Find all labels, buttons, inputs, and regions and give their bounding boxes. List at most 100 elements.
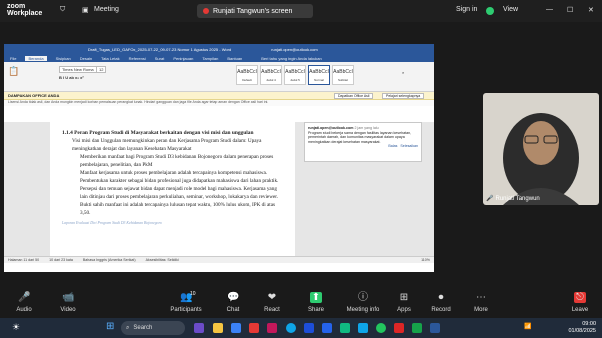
font-format-icons[interactable]: B I U ab x₂ x² — [59, 75, 84, 80]
comment-text: Program studi bekerja sama dengan fasili… — [308, 130, 412, 144]
wifi-icon[interactable]: 📶 — [524, 323, 531, 330]
style-normal[interactable]: AaBbCcI Normal — [308, 65, 330, 85]
chat-icon: 💬 — [227, 292, 240, 303]
audio-button[interactable]: 🎤 Audio — [4, 292, 44, 313]
status-accessibility[interactable]: Aksesibilitas: Selidiki — [146, 258, 179, 262]
weather-icon[interactable]: ☀ — [12, 322, 20, 333]
participant-video[interactable]: 🎤 Runjati Tangwun — [483, 93, 599, 205]
taskbar-app-icon[interactable] — [267, 323, 277, 333]
maximize-icon[interactable]: ☐ — [567, 6, 573, 14]
camera-icon: 📹 — [62, 292, 75, 303]
page-footer: Laporan Evaluasi Diri Program Studi D3 K… — [62, 221, 162, 225]
word-account[interactable]: runjati.open@outlook.com — [271, 47, 318, 52]
taskbar-search[interactable]: ⌕ Search — [121, 321, 185, 335]
resolve-button[interactable]: Selesaikan — [400, 144, 418, 148]
word-ribbon-tabs: File Beranda Sisipkan Desain Tata Letak … — [4, 54, 434, 62]
paste-icon[interactable]: 📋 — [8, 66, 19, 77]
screen-share-indicator[interactable]: Runjati Tangwun's screen — [197, 4, 313, 18]
style-judul-5[interactable]: AaBbCcI Judul 5 — [284, 65, 306, 85]
editing-icon[interactable]: ⌕ — [402, 70, 404, 75]
record-icon: ⏺ — [438, 292, 444, 303]
word-icon[interactable] — [430, 323, 440, 333]
info-icon: ⓘ — [358, 292, 368, 303]
video-button[interactable]: 📹 Video — [48, 292, 88, 313]
section-heading: 1.1.4 Peran Program Studi di Masyarakat … — [62, 130, 254, 136]
taskbar-clock[interactable]: 09:00 01/08/2025 — [568, 321, 596, 335]
start-icon[interactable]: ⊞ — [106, 321, 114, 332]
document-area: 1.1.4 Peran Program Studi di Masyarakat … — [4, 122, 434, 263]
license-infobar: DAMPAKAN OFFICE ANDA Dapatkan Office Asl… — [4, 92, 434, 100]
license-notice: Lisensi Anda tidak asli, dan Anda mungki… — [4, 100, 434, 106]
acrobat-icon[interactable] — [249, 323, 259, 333]
taskbar-app-icon[interactable] — [358, 323, 368, 333]
meeting-controls: 🎤 Audio 📹 Video 👥 Participants 10 💬 Chat ❤ Re… — [0, 288, 602, 318]
mic-icon: 🎤 — [18, 292, 31, 303]
document-page[interactable]: 1.1.4 Peran Program Studi di Masyarakat … — [50, 122, 295, 263]
status-words: 10 dari 23 kata — [49, 258, 73, 262]
muted-mic-icon: 🎤 — [486, 196, 494, 202]
apps-icon: ⊞ — [399, 292, 409, 303]
style-default[interactable]: AaBbCcI Default — [236, 65, 258, 85]
edge-icon[interactable] — [286, 323, 296, 333]
paragraph-2: Memberikan manfaat bagi Program Studi D3… — [80, 154, 274, 168]
comment-time: 2 jam yang lalu — [354, 126, 379, 130]
security-status-icon — [486, 7, 494, 15]
word-ribbon: 📋 Times New Roma 12 B I U ab x₂ x² AaBbC… — [4, 62, 434, 92]
paragraph-1: Visi misi dan Unggulan memungkinkan pera… — [72, 138, 262, 152]
reply-button[interactable]: Balas — [388, 144, 397, 148]
tab-sisipkan[interactable]: Sisipkan — [56, 56, 71, 61]
chat-button[interactable]: 💬 Chat — [213, 292, 253, 313]
close-icon[interactable]: ✕ — [588, 6, 594, 14]
tab-surat[interactable]: Surat — [155, 56, 165, 61]
taskbar-app-icon[interactable] — [194, 323, 204, 333]
view-button[interactable]: View — [503, 6, 518, 13]
sign-in-button[interactable]: Sign in — [456, 6, 477, 13]
share-icon: ⬆ — [310, 292, 322, 303]
apps-button[interactable]: ⊞ Apps — [384, 292, 424, 313]
participants-button[interactable]: 👥 Participants — [162, 292, 210, 313]
font-size-box[interactable]: 12 — [96, 66, 107, 73]
style-subtitel[interactable]: AaBbCcI Subtitel — [332, 65, 354, 85]
word-title: Draft_Tugas_LED_GAFOx_2025-07-22_09-07-2… — [88, 46, 232, 52]
tab-desain[interactable]: Desain — [80, 56, 92, 61]
zoom-logo: zoom Workplace — [7, 3, 43, 17]
tab-bantuan[interactable]: Bantuan — [227, 56, 242, 61]
tab-tampilan[interactable]: Tampilan — [202, 56, 218, 61]
tell-me-box[interactable]: Beri tahu yang ingin Anda lakukan — [261, 56, 322, 61]
taskbar-app-icon[interactable] — [322, 323, 332, 333]
excel-icon[interactable] — [412, 323, 422, 333]
tab-tata-letak[interactable]: Tata Letak — [101, 56, 119, 61]
paragraph-3: Manfaat kerjasama untuk proses pembelaja… — [80, 170, 279, 216]
tab-beranda[interactable]: Beranda — [25, 55, 47, 61]
font-name-box[interactable]: Times New Roma — [59, 66, 97, 73]
word-window: Draft_Tugas_LED_GAFOx_2025-07-22_09-07-2… — [4, 44, 434, 272]
share-title: Runjati Tangwun's screen — [213, 7, 293, 15]
more-icon: ⋯ — [476, 292, 486, 303]
tab-peninjauan[interactable]: Peninjauan — [173, 56, 193, 61]
record-button[interactable]: ⏺ Record — [421, 292, 461, 313]
zoom-app-icon[interactable] — [231, 323, 241, 333]
more-button[interactable]: ⋯ More — [461, 292, 501, 313]
learn-more-button[interactable]: Pelajari selengkapnya — [382, 93, 425, 99]
comment-card[interactable]: runjati.open@outlook.com 2 jam yang lalu… — [304, 122, 422, 162]
taskbar-app-icon[interactable] — [340, 323, 350, 333]
get-office-button[interactable]: Dapatkan Office Asli — [334, 93, 374, 99]
windows-taskbar: ☀ ⊞ ⌕ Search 📶 09:00 01/08/2025 — [0, 318, 602, 338]
share-button[interactable]: ⬆ Share — [296, 292, 336, 313]
minimize-icon[interactable]: — — [546, 6, 553, 13]
react-button[interactable]: ❤ React — [252, 292, 292, 313]
status-page: Halaman 11 dari 50 — [8, 258, 40, 262]
shield-icon: ⛉ — [60, 6, 66, 13]
tab-file[interactable]: File — [10, 56, 16, 61]
chrome-icon[interactable] — [376, 323, 386, 333]
style-judul-4[interactable]: AaBbCcI Judul 4 — [260, 65, 282, 85]
taskbar-app-icon[interactable] — [304, 323, 314, 333]
file-explorer-icon[interactable] — [213, 323, 223, 333]
tab-referensi[interactable]: Referensi — [129, 56, 146, 61]
meeting-icon: ▣ — [82, 7, 89, 14]
zoom-level[interactable]: 110% — [421, 258, 430, 262]
taskbar-app-icon[interactable] — [394, 323, 404, 333]
status-language[interactable]: Bahasa Inggris (Amerika Serikat) — [83, 258, 136, 262]
meeting-info-button[interactable]: ⓘ Meeting info — [338, 292, 388, 313]
leave-button[interactable]: ⎋ Leave — [560, 292, 600, 313]
